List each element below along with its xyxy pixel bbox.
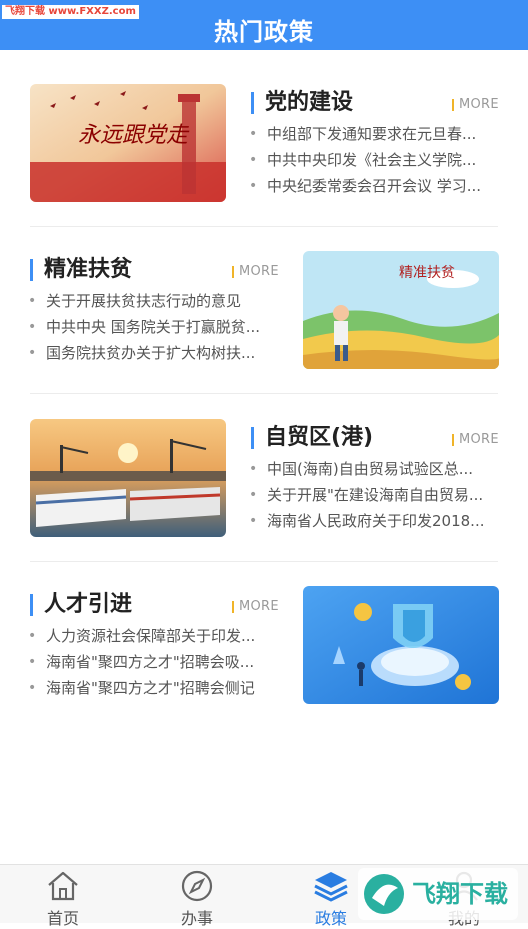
list-item[interactable]: 人力资源社会保障部关于印发... xyxy=(28,623,280,649)
party-building-image[interactable]: 永远跟党走 xyxy=(30,84,226,202)
free-trade-port-image[interactable] xyxy=(30,419,226,537)
section-party-building: 永远跟党走 党的建设 MORE 中组部下发通知要求在元旦春... 中共中央印发《… xyxy=(0,80,528,214)
divider xyxy=(30,226,498,227)
list-item[interactable]: 海南省人民政府关于印发2018... xyxy=(249,508,501,534)
section-title-talent: 人才引进 xyxy=(30,592,132,618)
list-item[interactable]: 关于开展扶贫扶志行动的意见 xyxy=(28,288,280,314)
more-link-poverty[interactable]: MORE xyxy=(232,264,279,280)
section-free-trade-zone: 自贸区(港) MORE 中国(海南)自由贸易试验区总... 关于开展"在建设海南… xyxy=(0,415,528,549)
party-image-caption: 永远跟党走 xyxy=(78,123,190,148)
page-title: 热门政策 xyxy=(214,18,314,46)
compass-icon xyxy=(181,870,213,902)
section-title-party-building: 党的建设 xyxy=(251,90,353,116)
corner-watermark-text: 飞翔下载 xyxy=(412,880,508,908)
app-header: 飞翔下载 www.FXXZ.com 热门政策 xyxy=(0,0,528,50)
tab-home-label: 首页 xyxy=(46,909,79,928)
list-item[interactable]: 海南省"聚四方之才"招聘会吸... xyxy=(28,649,280,675)
list-item[interactable]: 中共中央印发《社会主义学院... xyxy=(249,147,501,173)
list-item[interactable]: 国务院扶贫办关于扩大构树扶... xyxy=(28,340,280,366)
section-talent-introduction: 人才引进 MORE 人力资源社会保障部关于印发... 海南省"聚四方之才"招聘会… xyxy=(0,582,528,716)
tab-home[interactable]: 首页 xyxy=(23,865,103,928)
talent-introduction-image[interactable] xyxy=(303,586,499,704)
list-item[interactable]: 中组部下发通知要求在元旦春... xyxy=(249,121,501,147)
section-title-poverty: 精准扶贫 xyxy=(30,257,132,283)
list-item[interactable]: 海南省"聚四方之才"招聘会侧记 xyxy=(28,675,280,701)
divider xyxy=(30,393,498,394)
more-link-free-trade[interactable]: MORE xyxy=(452,432,499,448)
tab-services[interactable]: 办事 xyxy=(157,865,237,928)
more-link-party-building[interactable]: MORE xyxy=(452,97,499,113)
list-item[interactable]: 中央纪委常委会召开会议 学习... xyxy=(249,173,501,199)
poverty-image-caption: 精准扶贫 xyxy=(399,265,455,281)
more-link-talent[interactable]: MORE xyxy=(232,599,279,615)
list-item[interactable]: 关于开展"在建设海南自由贸易... xyxy=(249,482,501,508)
tab-services-label: 办事 xyxy=(180,909,213,928)
poverty-alleviation-image[interactable]: 精准扶贫 xyxy=(303,251,499,369)
divider xyxy=(30,561,498,562)
corner-watermark: 飞翔下载 xyxy=(358,866,518,922)
layers-icon xyxy=(314,872,348,902)
section-poverty-alleviation: 精准扶贫 MORE 关于开展扶贫扶志行动的意见 中共中央 国务院关于打赢脱贫..… xyxy=(0,247,528,381)
list-item[interactable]: 中国(海南)自由贸易试验区总... xyxy=(249,456,501,482)
section-title-free-trade: 自贸区(港) xyxy=(251,425,373,451)
home-icon xyxy=(48,871,78,901)
list-item[interactable]: 中共中央 国务院关于打赢脱贫... xyxy=(28,314,280,340)
